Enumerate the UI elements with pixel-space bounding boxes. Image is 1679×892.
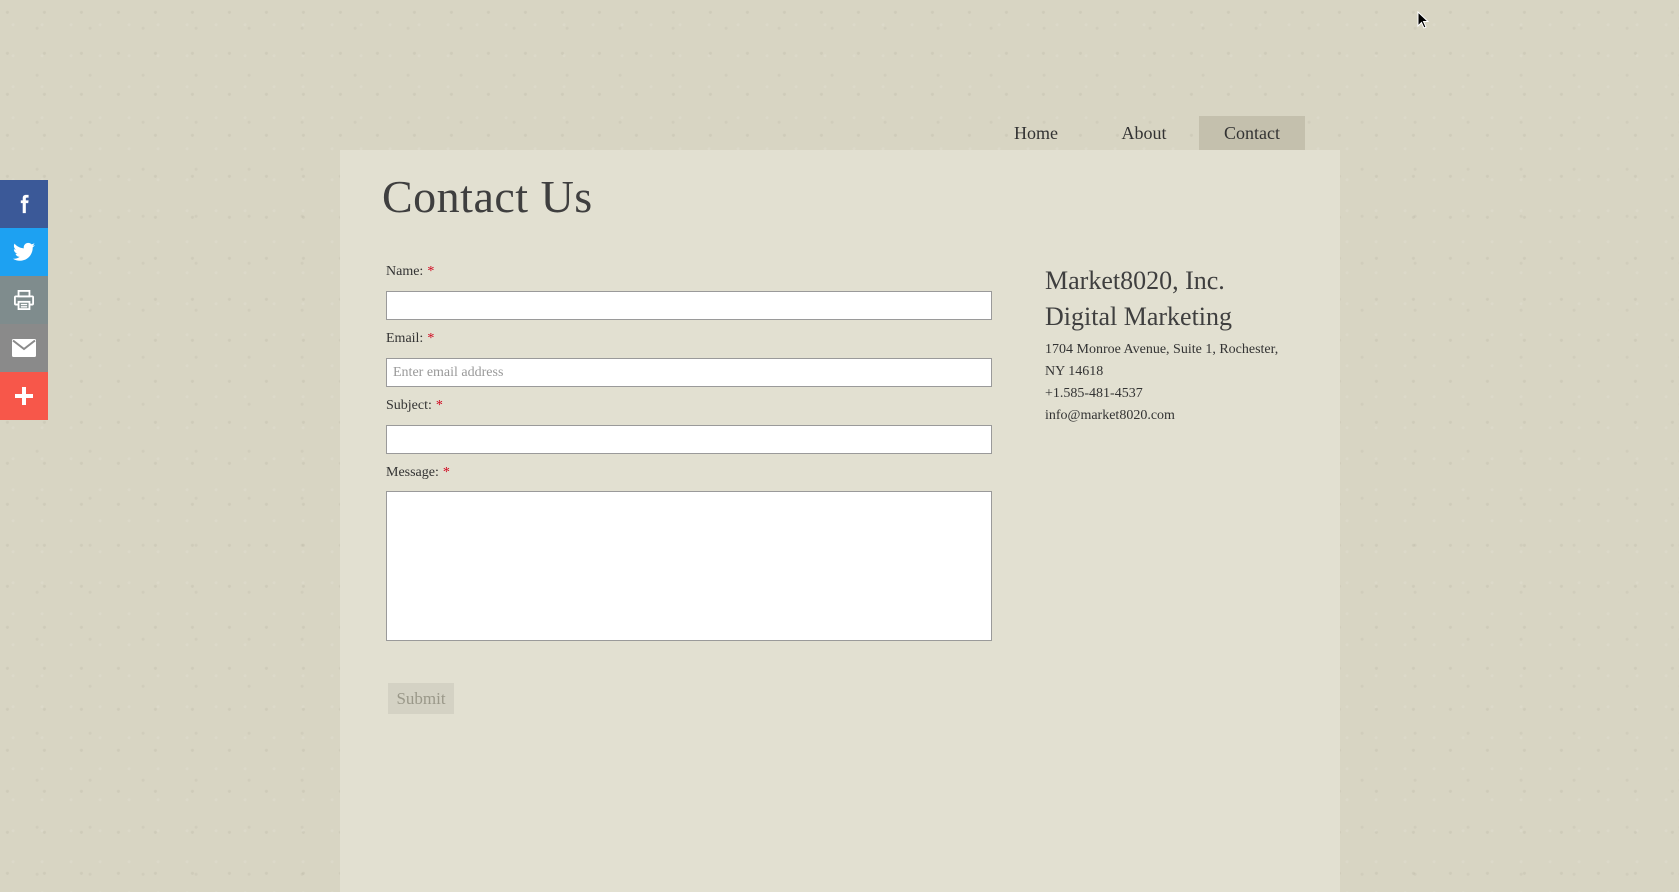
facebook-icon	[20, 194, 29, 214]
address-line-1: 1704 Monroe Avenue, Suite 1, Rochester,	[1045, 342, 1279, 357]
content-panel: Contact Us Name:* Email:* Subject:* Mess…	[340, 150, 1340, 892]
message-label: Message: *	[386, 463, 992, 483]
email-field[interactable]	[386, 358, 992, 387]
contact-form: Name:* Email:* Subject:* Message:*	[386, 262, 992, 641]
subject-field[interactable]	[386, 425, 992, 454]
social-share-bar	[0, 180, 48, 420]
email-share-button[interactable]	[0, 324, 48, 372]
print-share-button[interactable]	[0, 276, 48, 324]
company-info-block: Market8020, Inc. Digital Marketing 1704 …	[1045, 263, 1305, 427]
submit-button[interactable]: Submit	[388, 683, 454, 714]
company-email: info@market8020.com	[1045, 408, 1175, 423]
required-marker: *	[442, 465, 450, 480]
name-field[interactable]	[386, 291, 992, 320]
company-tagline: Digital Marketing	[1045, 302, 1233, 331]
company-contact-details: 1704 Monroe Avenue, Suite 1, Rochester, …	[1045, 339, 1305, 427]
name-label: Name: *	[386, 262, 992, 282]
company-phone: +1.585-481-4537	[1045, 386, 1143, 401]
mouse-cursor-icon	[1417, 11, 1429, 29]
page-title: Contact Us	[382, 171, 593, 222]
required-marker: *	[427, 264, 435, 279]
nav-item-contact[interactable]: Contact	[1199, 116, 1305, 150]
message-label-text: Message:	[386, 465, 439, 480]
subject-label-text: Subject:	[386, 398, 432, 413]
email-icon	[12, 339, 36, 357]
twitter-icon	[13, 242, 35, 261]
nav-item-about[interactable]: About	[1089, 116, 1199, 150]
print-icon	[14, 290, 34, 310]
facebook-share-button[interactable]	[0, 180, 48, 228]
twitter-share-button[interactable]	[0, 228, 48, 276]
main-nav: Home About Contact	[983, 116, 1305, 150]
required-marker: *	[435, 398, 443, 413]
message-field[interactable]	[386, 491, 992, 641]
subject-label: Subject: *	[386, 396, 992, 416]
address-line-2: NY 14618	[1045, 364, 1104, 379]
more-share-button[interactable]	[0, 372, 48, 420]
email-label: Email: *	[386, 329, 992, 349]
company-name: Market8020, Inc.	[1045, 266, 1225, 295]
email-label-text: Email:	[386, 331, 424, 346]
nav-item-home[interactable]: Home	[983, 116, 1089, 150]
plus-icon	[15, 387, 33, 405]
required-marker: *	[427, 331, 435, 346]
name-label-text: Name:	[386, 264, 424, 279]
